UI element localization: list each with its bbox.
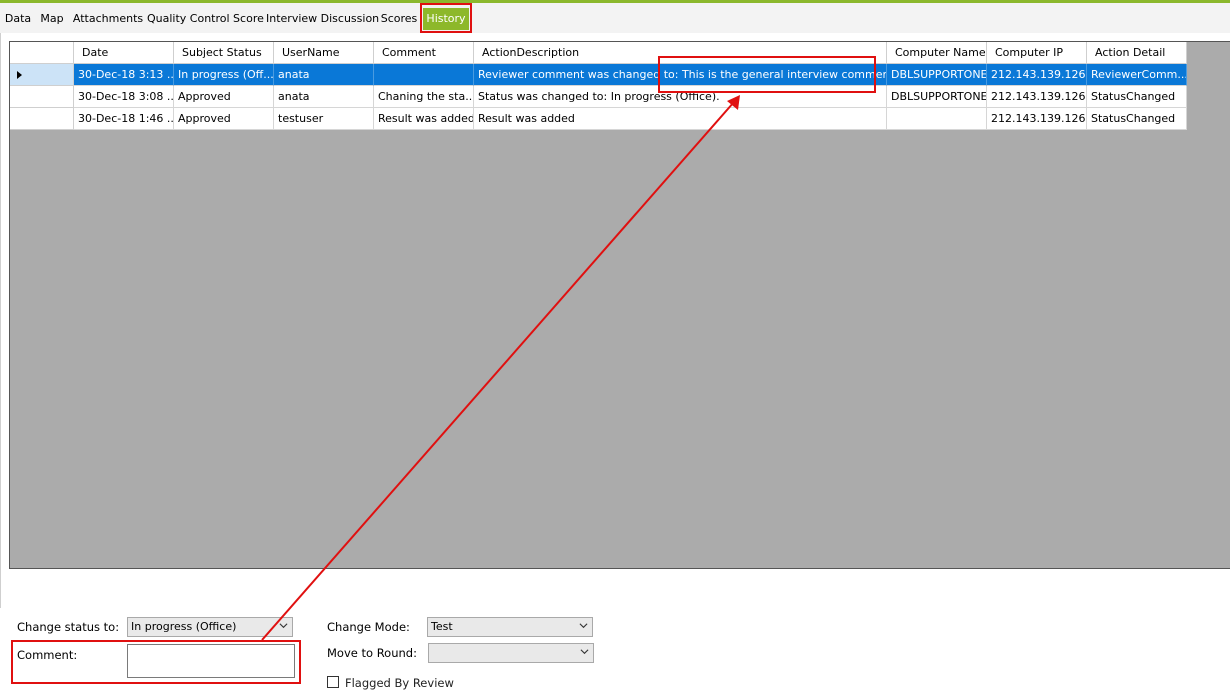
change-status-value: In progress (Office) xyxy=(131,620,237,633)
table-row[interactable]: 30-Dec-18 3:08 ... Approved anata Chanin… xyxy=(74,86,1187,108)
change-status-label: Change status to: xyxy=(17,620,120,634)
tab-scores[interactable]: Scores xyxy=(380,8,418,30)
history-panel: Date Subject Status UserName Comment Act… xyxy=(0,33,1230,608)
column-header-date[interactable]: Date xyxy=(74,42,174,64)
tab-quality-control-score[interactable]: Quality Control Score xyxy=(147,8,264,30)
change-mode-dropdown[interactable]: Test xyxy=(427,617,593,637)
grid-corner-header xyxy=(10,42,74,64)
comment-text-annotation xyxy=(658,56,876,93)
cell-action-detail[interactable]: StatusChanged xyxy=(1087,86,1187,108)
cell-subject-status[interactable]: Approved xyxy=(174,108,274,130)
change-status-dropdown[interactable]: In progress (Office) xyxy=(127,617,293,637)
tab-data[interactable]: Data xyxy=(2,8,34,30)
table-row[interactable]: 30-Dec-18 1:46 ... Approved testuser Res… xyxy=(74,108,1187,130)
cell-action-detail[interactable]: StatusChanged xyxy=(1087,108,1187,130)
column-header-subject-status[interactable]: Subject Status xyxy=(174,42,274,64)
chevron-down-icon xyxy=(580,649,589,655)
flagged-by-review-checkbox[interactable] xyxy=(327,676,339,688)
current-row-arrow-icon xyxy=(17,71,22,79)
cell-computer-name[interactable]: DBLSUPPORTONE xyxy=(887,64,987,86)
column-header-computer-name[interactable]: Computer Name xyxy=(887,42,987,64)
cell-action-detail[interactable]: ReviewerComm... xyxy=(1087,64,1187,86)
cell-date[interactable]: 30-Dec-18 1:46 ... xyxy=(74,108,174,130)
cell-computer-ip[interactable]: 212.143.139.126 xyxy=(987,64,1087,86)
cell-subject-status[interactable]: In progress (Off... xyxy=(174,64,274,86)
cell-date[interactable]: 30-Dec-18 3:08 ... xyxy=(74,86,174,108)
cell-username[interactable]: anata xyxy=(274,64,374,86)
cell-computer-name[interactable]: DBLSUPPORTONE xyxy=(887,86,987,108)
tab-map[interactable]: Map xyxy=(37,8,67,30)
flagged-by-review-label: Flagged By Review xyxy=(345,676,454,690)
tab-interview-discussion[interactable]: Interview Discussion xyxy=(266,8,379,30)
cell-computer-ip[interactable]: 212.143.139.126 xyxy=(987,108,1087,130)
column-header-comment[interactable]: Comment xyxy=(374,42,474,64)
cell-action-description[interactable]: Result was added xyxy=(474,108,887,130)
chevron-down-icon xyxy=(579,623,588,629)
cell-computer-name[interactable] xyxy=(887,108,987,130)
move-to-round-label: Move to Round: xyxy=(327,646,417,660)
tab-attachments[interactable]: Attachments xyxy=(72,8,144,30)
row-header[interactable] xyxy=(10,108,74,130)
change-mode-label: Change Mode: xyxy=(327,620,410,634)
history-grid: Date Subject Status UserName Comment Act… xyxy=(9,41,1230,569)
chevron-down-icon xyxy=(279,623,288,629)
comment-field-annotation xyxy=(11,640,301,684)
row-header[interactable] xyxy=(10,86,74,108)
move-to-round-dropdown[interactable] xyxy=(428,643,594,663)
cell-username[interactable]: anata xyxy=(274,86,374,108)
column-header-username[interactable]: UserName xyxy=(274,42,374,64)
cell-subject-status[interactable]: Approved xyxy=(174,86,274,108)
table-row[interactable]: 30-Dec-18 3:13 ... In progress (Off... a… xyxy=(74,64,1187,86)
change-mode-value: Test xyxy=(431,620,453,633)
cell-comment[interactable]: Result was added xyxy=(374,108,474,130)
row-header-selected[interactable] xyxy=(10,64,74,86)
cell-date[interactable]: 30-Dec-18 3:13 ... xyxy=(74,64,174,86)
history-tab-annotation xyxy=(420,3,472,33)
cell-comment[interactable] xyxy=(374,64,474,86)
cell-comment[interactable]: Chaning the sta... xyxy=(374,86,474,108)
column-header-computer-ip[interactable]: Computer IP xyxy=(987,42,1087,64)
cell-username[interactable]: testuser xyxy=(274,108,374,130)
cell-computer-ip[interactable]: 212.143.139.126 xyxy=(987,86,1087,108)
tab-bar: Data Map Attachments Quality Control Sco… xyxy=(0,3,1230,34)
column-header-action-detail[interactable]: Action Detail xyxy=(1087,42,1187,64)
